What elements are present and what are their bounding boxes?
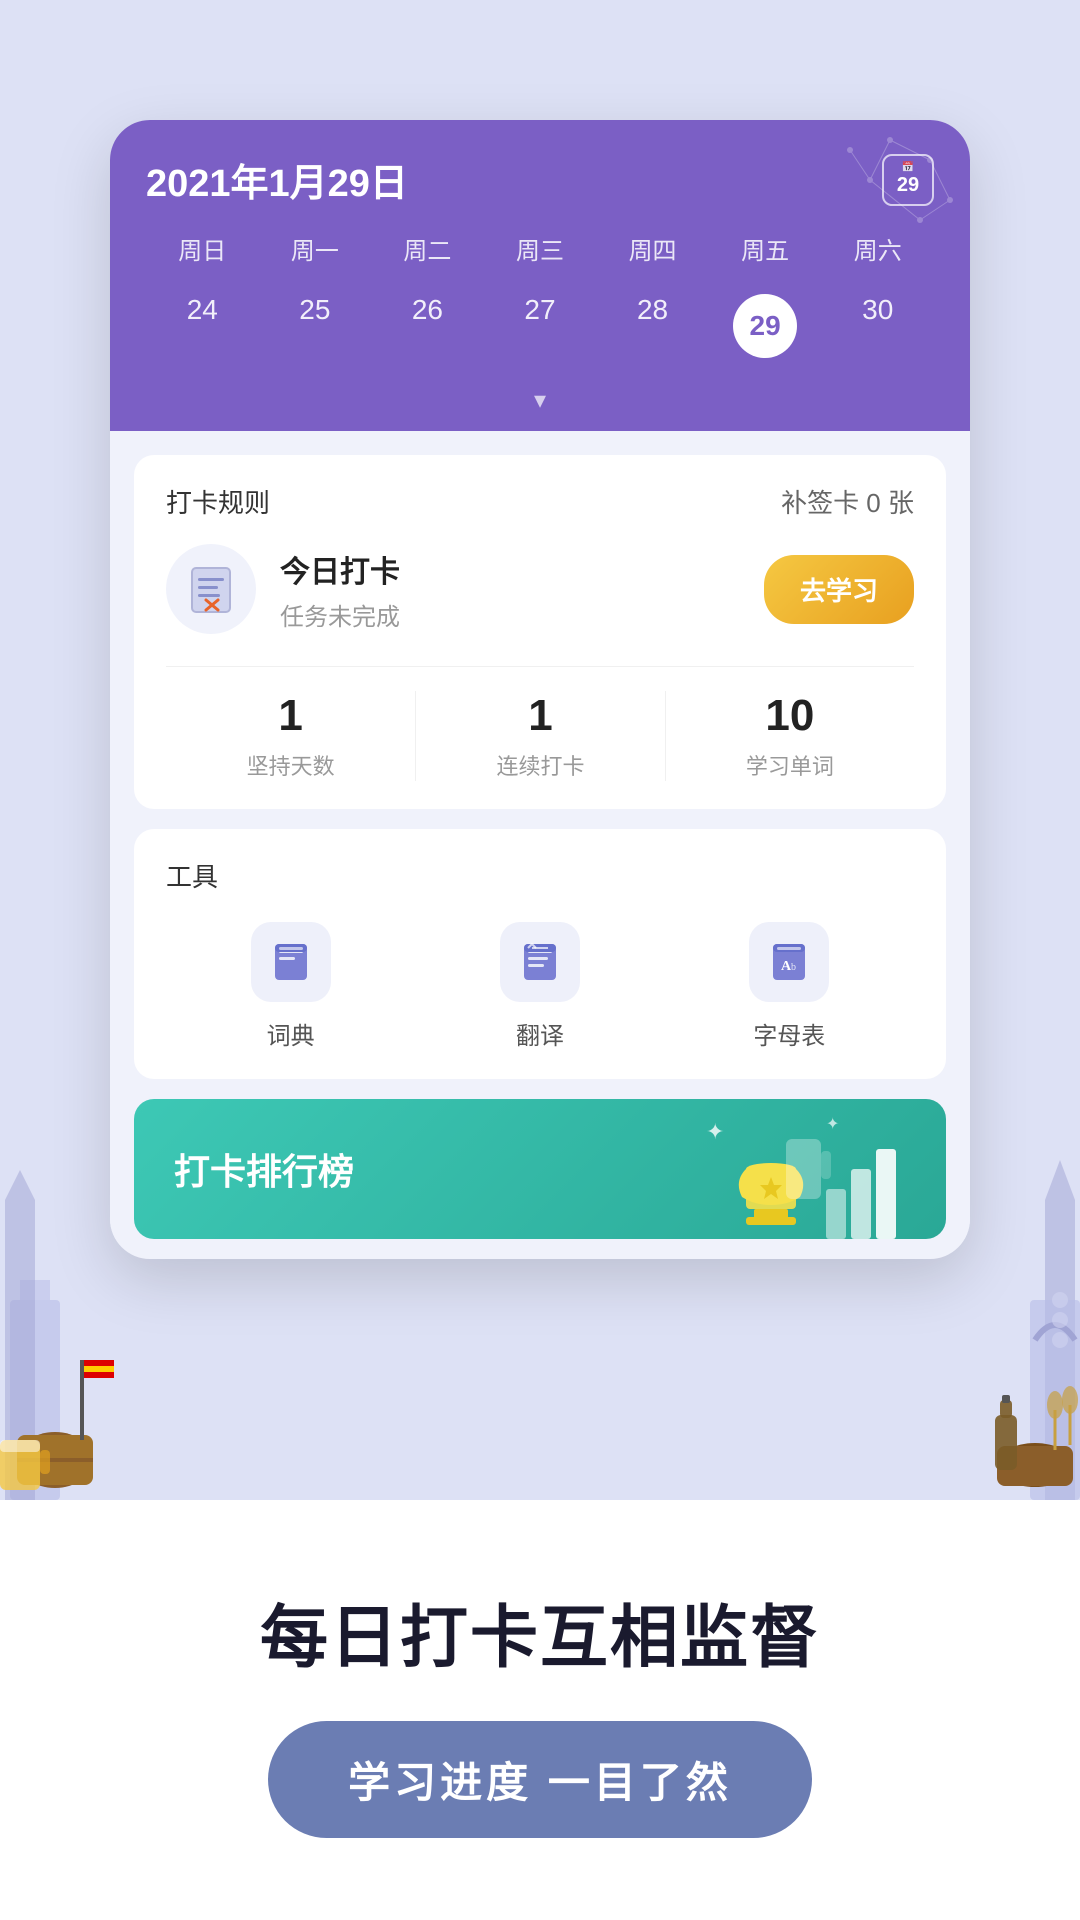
stat-persistence: 1 坚持天数	[166, 691, 415, 781]
ranking-title: 打卡排行榜	[174, 1143, 354, 1195]
svg-text:✦: ✦	[706, 1119, 724, 1144]
bottom-section: 每日打卡互相监督 学习进度 一目了然	[0, 1500, 1080, 1920]
network-pattern	[770, 120, 970, 260]
weekday-wed: 周三	[484, 231, 597, 266]
date-27[interactable]: 27	[484, 282, 597, 370]
tools-title: 工具	[166, 857, 914, 894]
checkin-rules-label: 打卡规则	[166, 483, 270, 520]
ranking-banner[interactable]: 打卡排行榜 ✦ ✦	[134, 1099, 946, 1239]
tools-row: 词典 翻译	[166, 922, 914, 1051]
tool-translate[interactable]: 翻译	[415, 922, 664, 1051]
date-29-active[interactable]: 29	[709, 282, 822, 370]
tool-translate-icon-wrap	[500, 922, 580, 1002]
weekday-thu: 周四	[596, 231, 709, 266]
date-26[interactable]: 26	[371, 282, 484, 370]
checkin-card-header: 打卡规则 补签卡 0 张	[166, 483, 914, 520]
stat-streak-label: 连续打卡	[496, 749, 584, 781]
tool-alphabet-label: 字母表	[753, 1016, 825, 1051]
date-30[interactable]: 30	[821, 282, 934, 370]
date-28[interactable]: 28	[596, 282, 709, 370]
svg-text:b: b	[791, 962, 796, 973]
sub-button[interactable]: 学习进度 一目了然	[268, 1721, 812, 1838]
dropdown-arrow-icon: ▾	[534, 386, 546, 415]
tool-alphabet-icon-wrap: A b	[749, 922, 829, 1002]
stat-words-label: 学习单词	[746, 749, 834, 781]
dictionary-icon	[269, 940, 313, 984]
tool-dictionary-icon-wrap	[251, 922, 331, 1002]
tools-card: 工具 词典	[134, 829, 946, 1079]
stat-streak-number: 1	[528, 691, 552, 741]
ranking-decoration: ✦ ✦	[686, 1109, 906, 1239]
checkin-today-title: 今日打卡	[280, 547, 740, 591]
stat-words-number: 10	[765, 691, 814, 741]
supplement-label: 补签卡 0 张	[781, 483, 914, 520]
stat-streak: 1 连续打卡	[415, 691, 664, 781]
weekday-tue: 周二	[371, 231, 484, 266]
calendar-icon-top: 📅	[902, 163, 914, 173]
checkin-stats-row: 1 坚持天数 1 连续打卡 10 学习单词	[166, 666, 914, 781]
translate-icon	[518, 940, 562, 984]
svg-text:✦: ✦	[826, 1116, 839, 1133]
checkin-text-wrap: 今日打卡 任务未完成	[280, 547, 740, 632]
stat-persistence-label: 坚持天数	[247, 749, 335, 781]
main-slogan: 每日打卡互相监督	[260, 1582, 820, 1681]
tool-translate-label: 翻译	[516, 1016, 564, 1051]
weekday-sun: 周日	[146, 231, 259, 266]
tool-dictionary-label: 词典	[267, 1016, 315, 1051]
calendar-title: 2021年1月29日	[146, 152, 408, 207]
date-25[interactable]: 25	[259, 282, 372, 370]
tool-alphabet[interactable]: A b 字母表	[665, 922, 914, 1051]
checkin-today-row: 今日打卡 任务未完成 去学习	[166, 544, 914, 634]
phone-card: 2021年1月29日 📅 29 周日 周一 周二 周三 周四 周五 周六 24 …	[110, 120, 970, 1259]
weekday-mon: 周一	[259, 231, 372, 266]
stat-persistence-number: 1	[278, 691, 302, 741]
go-study-button[interactable]: 去学习	[764, 555, 914, 624]
checkin-today-subtitle: 任务未完成	[280, 597, 740, 632]
calendar-header: 2021年1月29日 📅 29 周日 周一 周二 周三 周四 周五 周六 24 …	[110, 120, 970, 431]
checkin-card: 打卡规则 补签卡 0 张 今日打	[134, 455, 946, 809]
dates-row: 24 25 26 27 28 29 30	[146, 282, 934, 378]
calendar-dropdown[interactable]: ▾	[146, 378, 934, 431]
alphabet-icon: A b	[767, 940, 811, 984]
date-24[interactable]: 24	[146, 282, 259, 370]
tool-dictionary[interactable]: 词典	[166, 922, 415, 1051]
main-content: 打卡规则 补签卡 0 张 今日打	[110, 431, 970, 1239]
checkin-icon-wrap	[166, 544, 256, 634]
stat-words: 10 学习单词	[665, 691, 914, 781]
checkin-task-icon	[184, 562, 238, 616]
